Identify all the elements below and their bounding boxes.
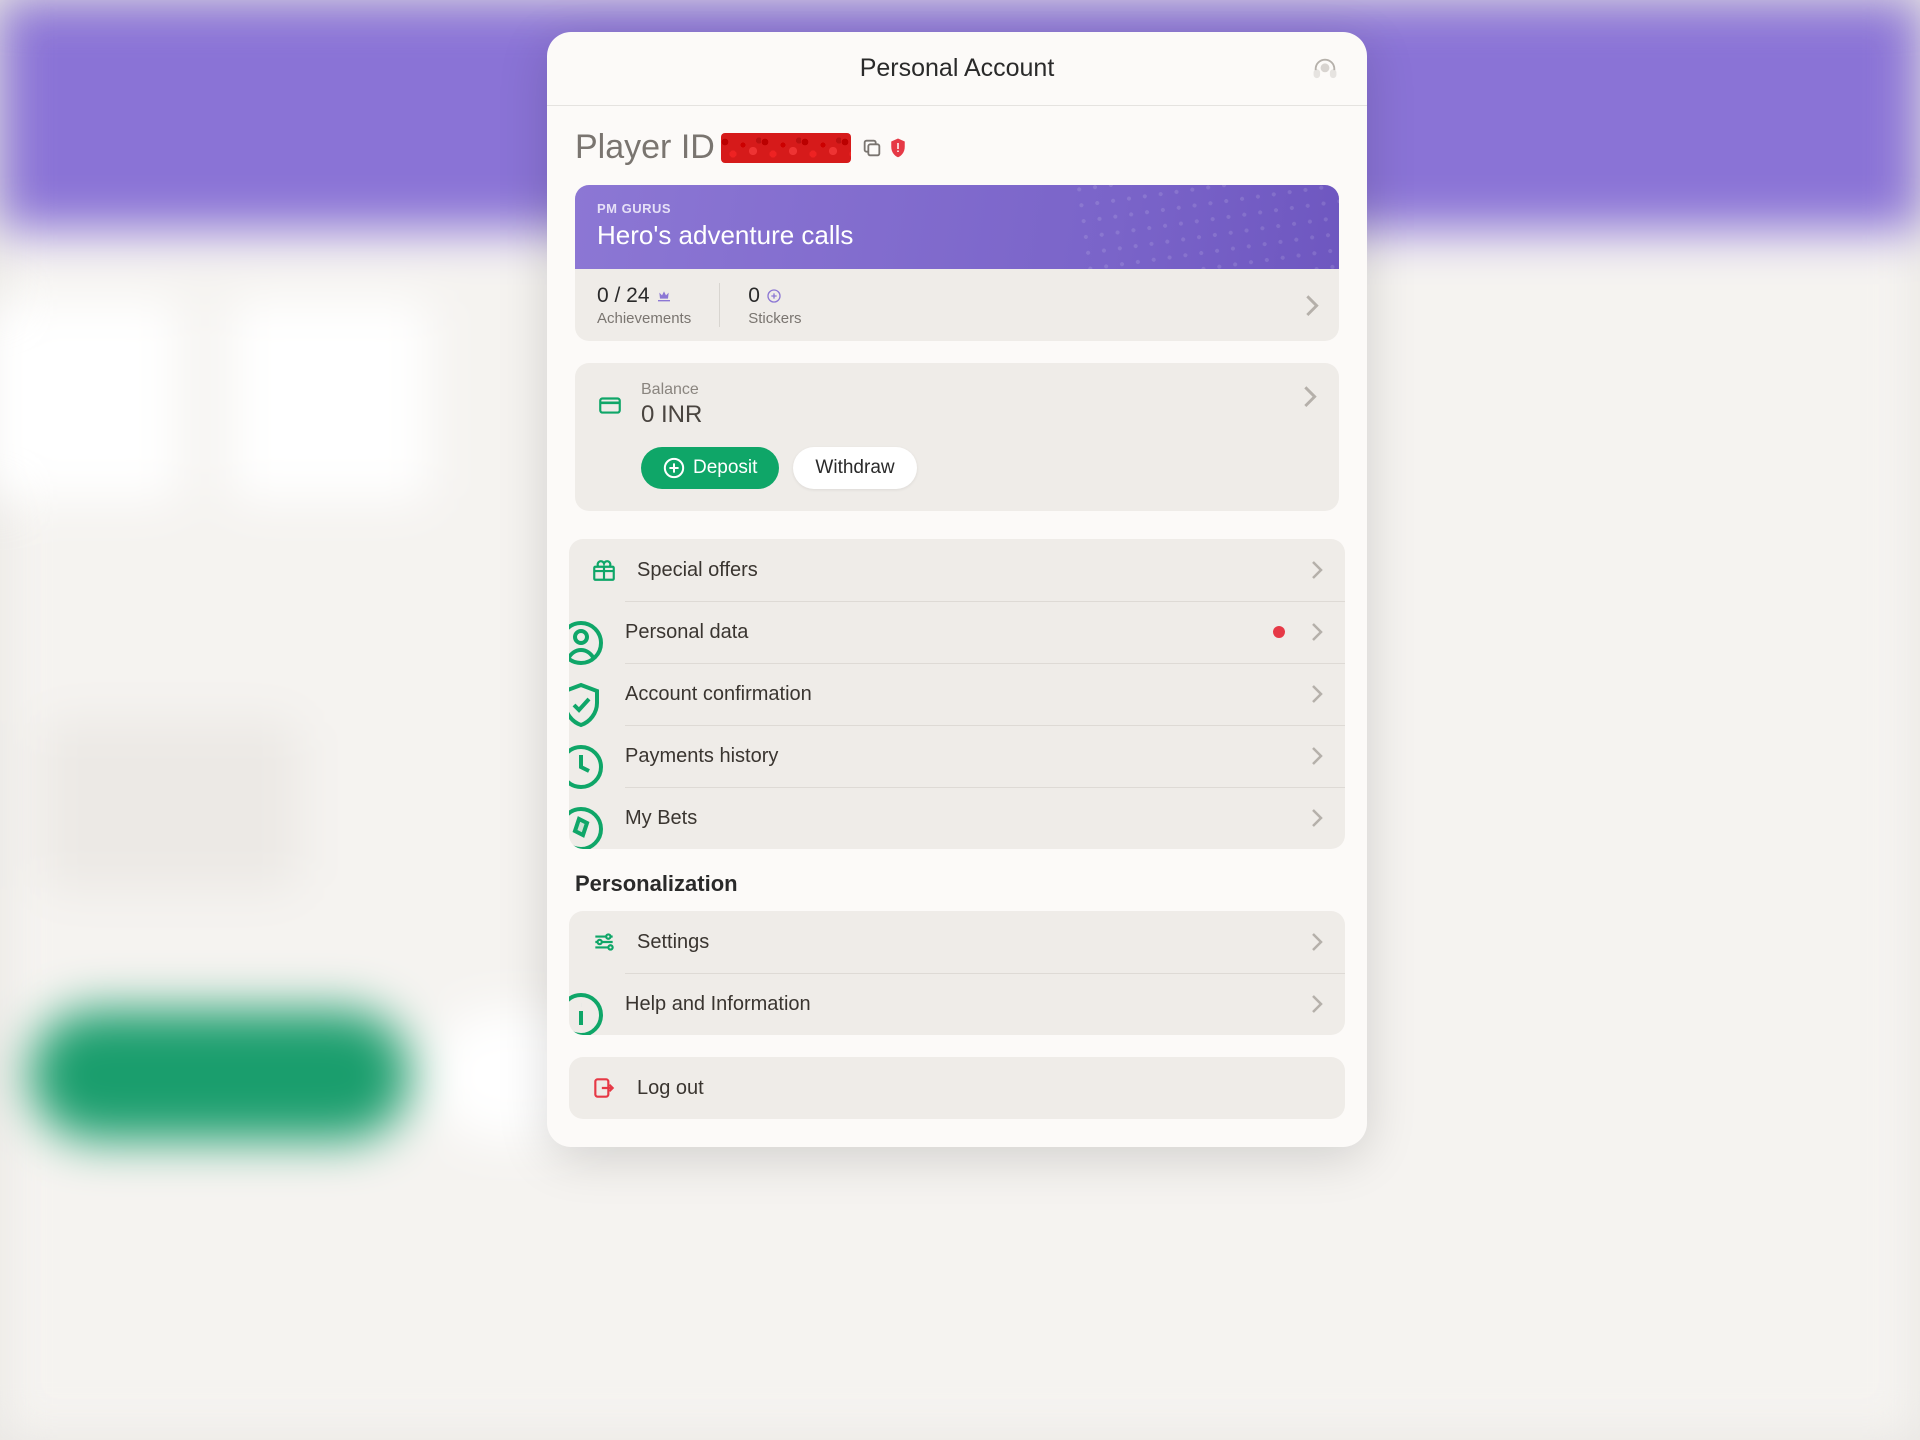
menu-item-my-bets[interactable]: My Bets	[569, 787, 1345, 849]
hero-adventure-card[interactable]: PM GURUS Hero's adventure calls 0 / 24 A…	[575, 185, 1339, 341]
shield-check-icon	[569, 681, 605, 707]
crown-icon	[656, 288, 672, 304]
personalization-menu-block: Settings Help and Information	[569, 911, 1345, 1035]
modal-title: Personal Account	[860, 54, 1055, 83]
alert-shield-icon	[889, 137, 907, 159]
clock-icon	[569, 743, 605, 769]
deposit-button[interactable]: Deposit	[641, 447, 779, 489]
chevron-right-icon	[1311, 808, 1323, 828]
notification-dot-icon	[1273, 626, 1285, 638]
withdraw-button[interactable]: Withdraw	[793, 447, 916, 489]
plus-circle-icon	[766, 288, 782, 304]
logout-icon	[591, 1075, 617, 1101]
menu-item-payments-history[interactable]: Payments history	[569, 725, 1345, 787]
chevron-right-icon	[1305, 294, 1319, 316]
stickers-stat: 0 Stickers	[748, 284, 801, 327]
menu-label: Account confirmation	[625, 683, 1291, 706]
hero-eyebrow: PM GURUS	[597, 201, 1317, 216]
menu-label: Settings	[637, 931, 1291, 954]
menu-label: Special offers	[637, 559, 1291, 582]
achievements-value: 0 / 24	[597, 284, 650, 308]
balance-value: 0 INR	[641, 401, 1317, 429]
personal-account-modal: Personal Account Player ID	[547, 32, 1367, 1147]
stat-divider	[719, 283, 720, 327]
chevron-right-icon	[1303, 385, 1317, 407]
chevron-right-icon	[1311, 560, 1323, 580]
menu-item-help[interactable]: Help and Information	[569, 973, 1345, 1035]
balance-label: Balance	[641, 381, 1317, 399]
achievements-stat: 0 / 24 Achievements	[597, 284, 691, 327]
hero-title: Hero's adventure calls	[597, 220, 1317, 251]
achievements-label: Achievements	[597, 310, 691, 327]
menu-item-personal-data[interactable]: Personal data	[569, 601, 1345, 663]
menu-label: Help and Information	[625, 993, 1291, 1016]
logout-block: Log out	[569, 1057, 1345, 1119]
modal-header: Personal Account	[547, 32, 1367, 106]
plus-circle-icon	[663, 457, 685, 479]
wallet-card-icon	[597, 392, 623, 418]
chevron-right-icon	[1311, 932, 1323, 952]
player-id-row: Player ID	[575, 128, 1339, 167]
info-circle-icon	[569, 991, 605, 1017]
menu-label: Log out	[637, 1077, 1323, 1100]
chevron-right-icon	[1311, 994, 1323, 1014]
menu-label: Payments history	[625, 745, 1291, 768]
sliders-icon	[591, 929, 617, 955]
stickers-label: Stickers	[748, 310, 801, 327]
chevron-right-icon	[1311, 746, 1323, 766]
player-id-label: Player ID	[575, 128, 715, 167]
hero-stats-row[interactable]: 0 / 24 Achievements 0 Stic	[575, 269, 1339, 341]
hero-card-header: PM GURUS Hero's adventure calls	[575, 185, 1339, 269]
menu-item-account-confirmation[interactable]: Account confirmation	[569, 663, 1345, 725]
compass-icon	[569, 805, 605, 831]
balance-card[interactable]: Balance 0 INR Deposit Withdraw	[575, 363, 1339, 511]
chevron-right-icon	[1311, 684, 1323, 704]
stickers-value: 0	[748, 284, 760, 308]
gift-icon	[591, 557, 617, 583]
menu-item-settings[interactable]: Settings	[569, 911, 1345, 973]
player-id-redacted	[721, 133, 851, 163]
menu-item-special-offers[interactable]: Special offers	[569, 539, 1345, 601]
menu-label: Personal data	[625, 621, 1253, 644]
chevron-right-icon	[1311, 622, 1323, 642]
user-circle-icon	[569, 619, 605, 645]
copy-icon[interactable]	[861, 137, 883, 159]
deposit-label: Deposit	[693, 457, 757, 479]
withdraw-label: Withdraw	[815, 457, 894, 479]
account-menu-block: Special offers Personal data Account con…	[569, 539, 1345, 849]
support-agent-icon[interactable]	[1311, 55, 1339, 83]
personalization-title: Personalization	[575, 871, 1339, 897]
menu-label: My Bets	[625, 807, 1291, 830]
menu-item-logout[interactable]: Log out	[569, 1057, 1345, 1119]
